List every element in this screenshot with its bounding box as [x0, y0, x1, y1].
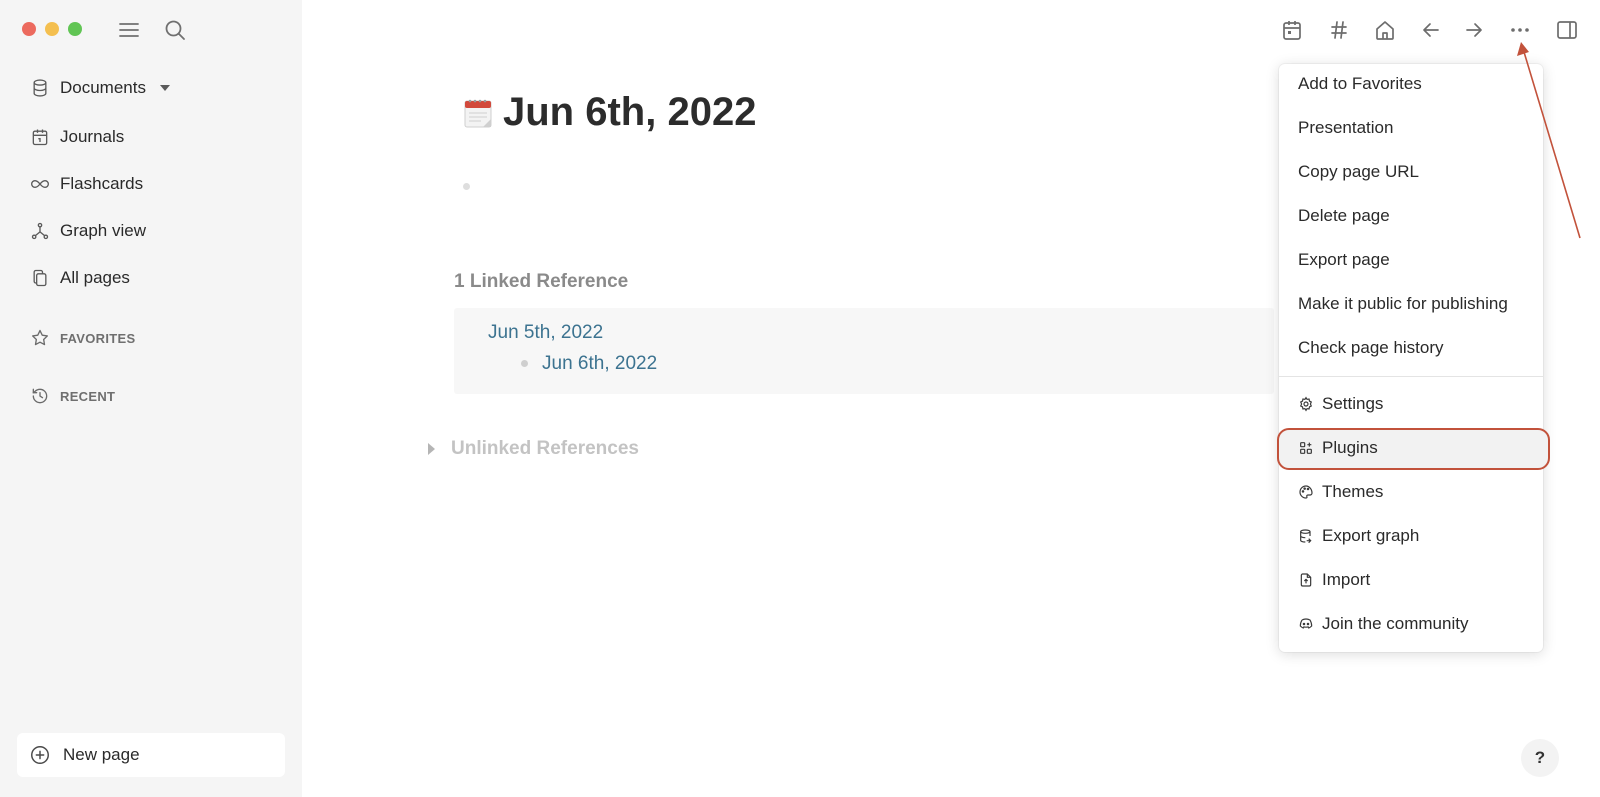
help-label: ?: [1534, 748, 1546, 767]
left-sidebar: Documents Journals Flashcards Graph view…: [0, 0, 302, 797]
hash-icon[interactable]: [1327, 18, 1351, 42]
history-icon: [32, 388, 48, 404]
menu-item-settings[interactable]: Settings: [1279, 384, 1543, 424]
linked-reference-block: Jun 5th, 2022 Jun 6th, 2022: [454, 308, 1274, 394]
window-controls: [22, 22, 82, 36]
unlinked-references-title: Unlinked References: [451, 438, 639, 459]
minimize-window-button[interactable]: [45, 22, 59, 36]
unlinked-references-toggle[interactable]: Unlinked References: [428, 438, 639, 460]
help-button[interactable]: ?: [1521, 739, 1559, 777]
page-title-text: Jun 6th, 2022: [503, 90, 757, 134]
menu-item-join-community[interactable]: Join the community: [1279, 604, 1543, 644]
database-icon: [33, 79, 47, 97]
sidebar-item-label: Journals: [60, 127, 125, 146]
menu-item-label: Settings: [1322, 394, 1384, 413]
empty-block-bullet[interactable]: [463, 183, 470, 190]
new-page-label: New page: [63, 745, 140, 764]
block-bullet[interactable]: [521, 360, 528, 367]
search-icon[interactable]: [163, 18, 187, 42]
plus-circle-icon: [31, 746, 49, 764]
menu-icon[interactable]: [117, 18, 141, 42]
discord-icon: [1299, 618, 1313, 629]
calendar-emoji-icon: [464, 99, 492, 127]
maximize-window-button[interactable]: [68, 22, 82, 36]
sidebar-item-label: All pages: [60, 268, 130, 287]
back-arrow-icon[interactable]: [1419, 18, 1443, 42]
menu-item-label: Export graph: [1322, 526, 1420, 545]
sidebar-item-all-pages[interactable]: All pages: [30, 265, 130, 291]
menu-item-themes[interactable]: Themes: [1279, 472, 1543, 512]
calendar-icon: [32, 129, 48, 146]
menu-item-label: Join the community: [1322, 614, 1469, 633]
reference-block-link[interactable]: Jun 6th, 2022: [542, 353, 657, 375]
star-icon: [31, 329, 48, 346]
database-export-icon: [1300, 529, 1312, 544]
sidebar-item-journals[interactable]: Journals: [30, 124, 124, 150]
graph-name: Documents: [60, 78, 146, 97]
more-icon[interactable]: [1508, 18, 1532, 42]
pages-icon: [33, 269, 47, 287]
calendar-icon[interactable]: [1280, 18, 1304, 42]
favorites-label: FAVORITES: [60, 330, 136, 346]
recent-label: RECENT: [60, 388, 116, 404]
page-more-menu-secondary: Settings Plugins Themes Export graph Imp…: [1279, 64, 1543, 652]
menu-item-export-graph[interactable]: Export graph: [1279, 516, 1543, 556]
menu-item-label: Plugins: [1322, 438, 1378, 457]
forward-arrow-icon[interactable]: [1462, 18, 1486, 42]
sidebar-item-graph-view[interactable]: Graph view: [30, 218, 146, 244]
graph-icon: [31, 222, 49, 240]
chevron-down-icon: [159, 85, 170, 91]
reference-page-link[interactable]: Jun 5th, 2022: [488, 322, 603, 344]
graph-selector[interactable]: Documents: [30, 75, 170, 101]
recent-section[interactable]: RECENT: [30, 386, 115, 406]
sidebar-toggle-icon[interactable]: [1555, 18, 1579, 42]
menu-item-label: Import: [1322, 570, 1371, 589]
plugins-icon: [1300, 442, 1312, 454]
sidebar-item-label: Flashcards: [60, 174, 144, 193]
menu-item-plugins[interactable]: Plugins: [1279, 428, 1543, 468]
caret-right-icon: [428, 443, 435, 455]
new-page-button[interactable]: New page: [17, 733, 285, 777]
sidebar-item-flashcards[interactable]: Flashcards: [30, 171, 143, 197]
linked-references-title: 1 Linked Reference: [454, 271, 629, 292]
settings-icon: [1299, 396, 1313, 412]
favorites-section[interactable]: FAVORITES: [30, 328, 135, 348]
infinity-icon: [31, 179, 49, 189]
page-title[interactable]: Jun 6th, 2022: [463, 90, 756, 135]
sidebar-item-label: Graph view: [60, 221, 146, 240]
close-window-button[interactable]: [22, 22, 36, 36]
menu-item-label: Themes: [1322, 482, 1384, 501]
palette-icon: [1299, 485, 1313, 499]
home-icon[interactable]: [1373, 18, 1397, 42]
menu-item-import[interactable]: Import: [1279, 560, 1543, 600]
file-import-icon: [1300, 573, 1312, 587]
